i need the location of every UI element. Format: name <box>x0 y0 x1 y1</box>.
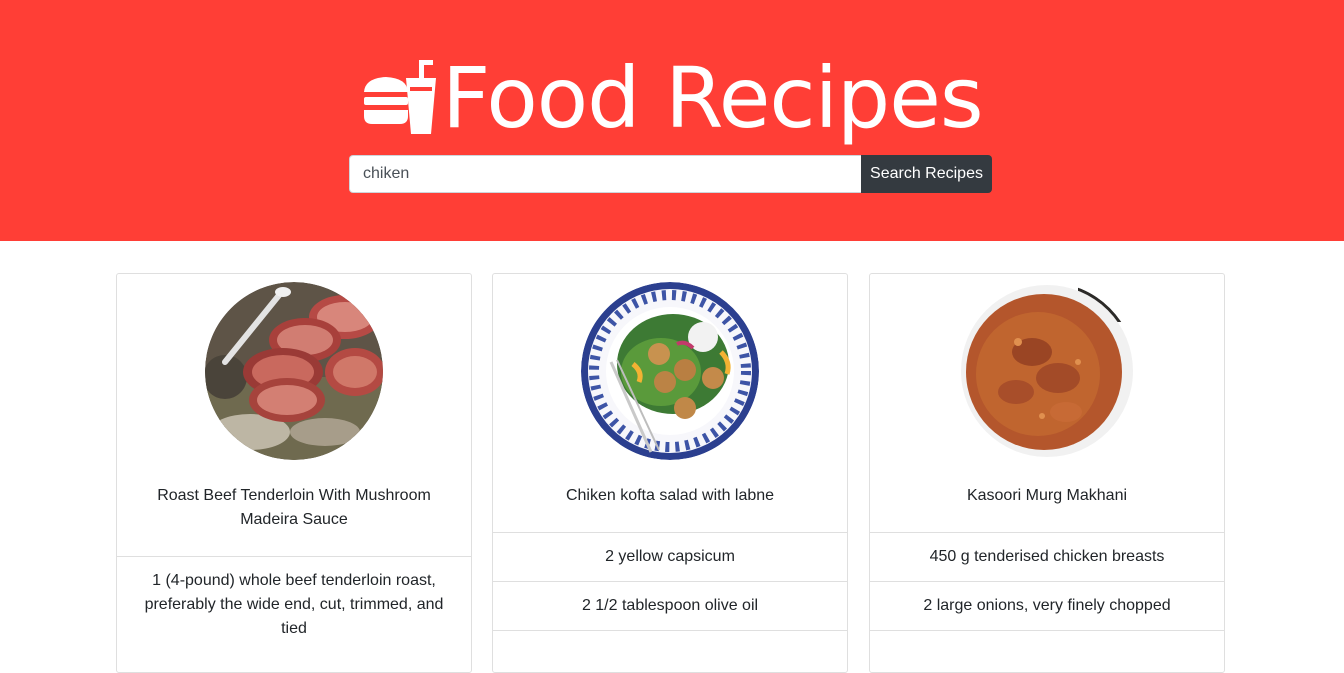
search-button[interactable]: Search Recipes <box>861 155 992 193</box>
ingredient-item <box>493 630 847 670</box>
header-banner: Food Recipes Search Recipes <box>0 0 1344 241</box>
recipe-card: Kasoori Murg Makhani 450 g tenderised ch… <box>869 273 1225 673</box>
recipe-card: Chiken kofta salad with labne 2 yellow c… <box>492 273 848 673</box>
ingredient-item: 450 g tenderised chicken breasts <box>870 532 1224 581</box>
burger-and-drink-icon <box>364 60 436 134</box>
recipe-title: Kasoori Murg Makhani <box>966 487 1128 504</box>
recipe-title: Chiken kofta salad with labne <box>565 487 775 504</box>
search-form: Search Recipes <box>349 155 992 193</box>
ingredient-item: 1 (4-pound) whole beef tenderloin roast,… <box>117 556 471 653</box>
ingredient-item: 2 large onions, very finely chopped <box>870 581 1224 630</box>
search-input[interactable] <box>349 155 861 193</box>
kofta-salad-photo <box>581 282 759 460</box>
murg-makhani-photo <box>958 282 1136 460</box>
recipe-card: Roast Beef Tenderloin With Mushroom Made… <box>116 273 472 673</box>
ingredient-item <box>870 630 1224 670</box>
roast-beef-photo <box>205 282 383 460</box>
page-title: Food Recipes <box>442 49 984 147</box>
brand: Food Recipes <box>362 48 984 148</box>
recipe-title: Roast Beef Tenderloin With Mushroom Made… <box>157 487 431 528</box>
ingredient-item: 2 yellow capsicum <box>493 532 847 581</box>
ingredient-item: 2 1/2 tablespoon olive oil <box>493 581 847 630</box>
